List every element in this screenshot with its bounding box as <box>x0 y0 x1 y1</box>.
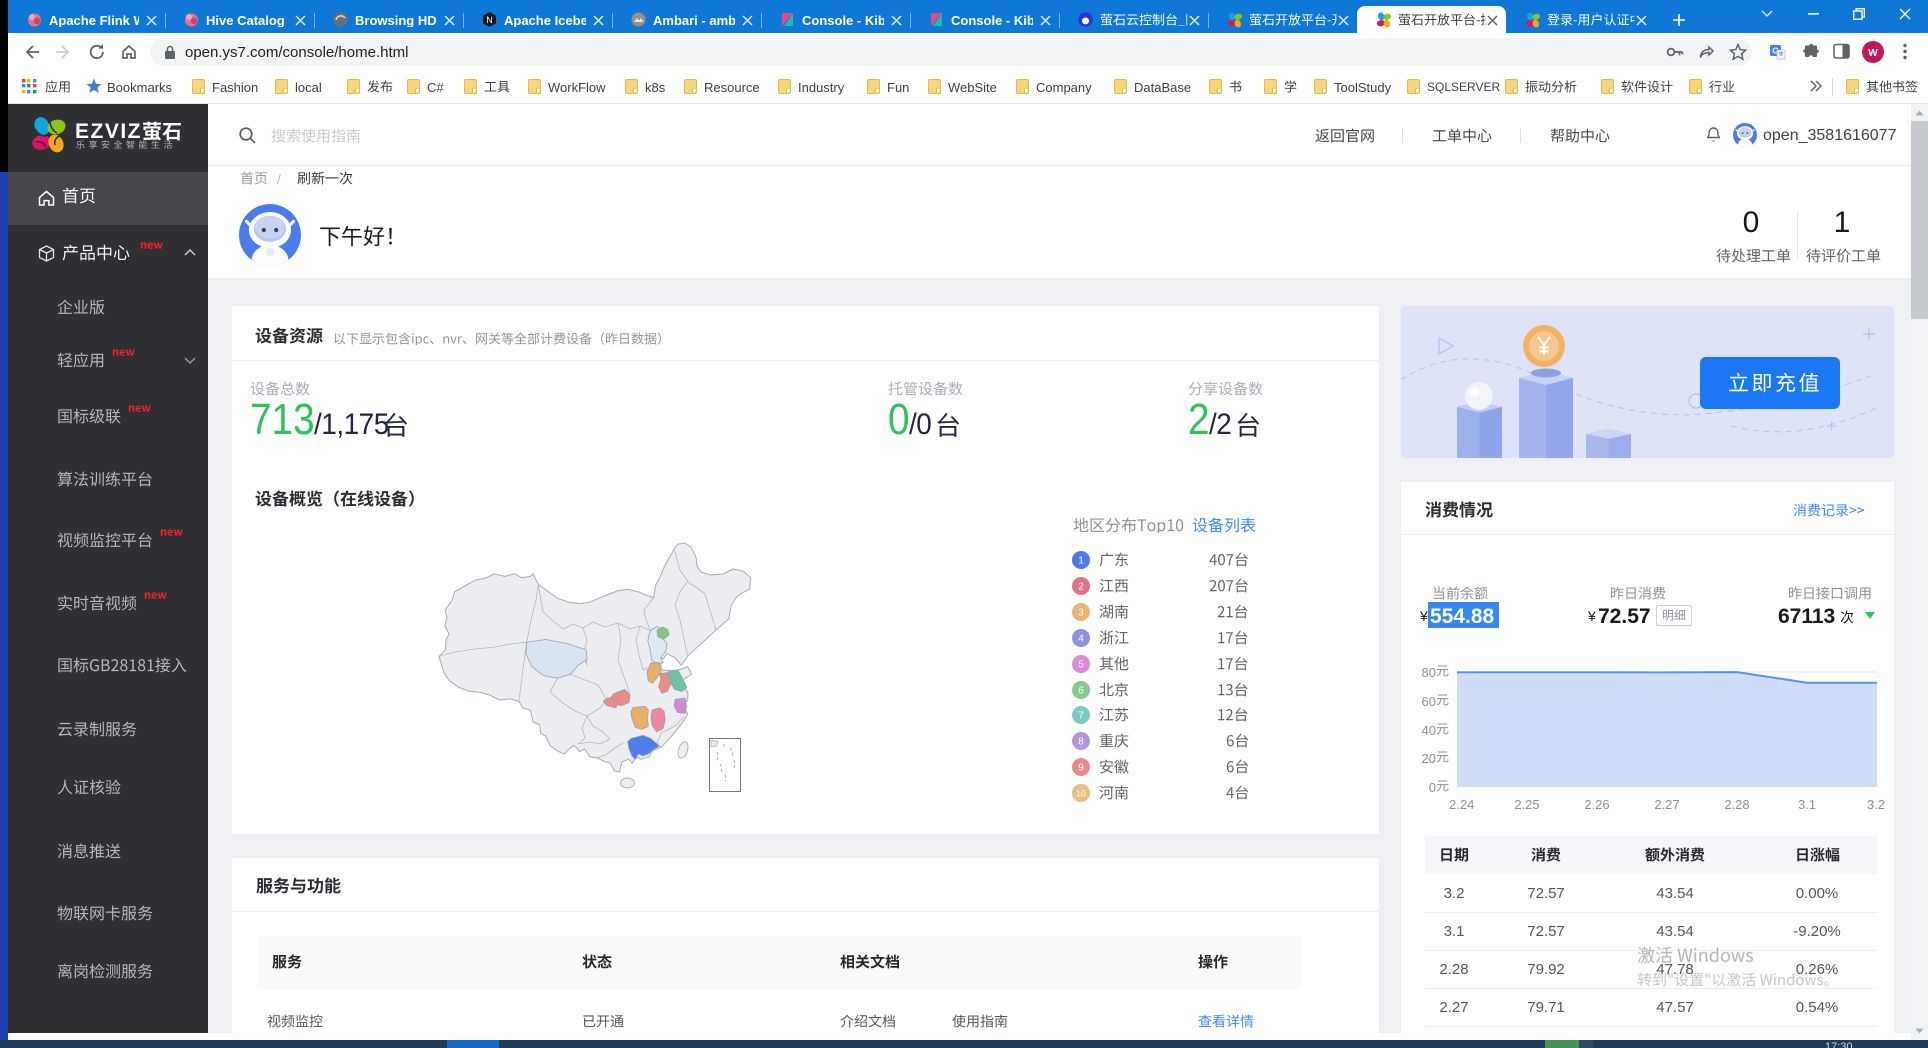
svg-text:3: 3 <box>1078 607 1084 618</box>
svg-text:1: 1 <box>1078 556 1084 567</box>
svg-text:4: 4 <box>1078 633 1084 644</box>
svg-text:2: 2 <box>1078 581 1084 592</box>
svg-text:9: 9 <box>1078 763 1084 774</box>
svg-text:8: 8 <box>1078 737 1084 748</box>
svg-text:7: 7 <box>1078 711 1084 722</box>
svg-text:W: W <box>1868 48 1878 59</box>
svg-text:5: 5 <box>1078 659 1084 670</box>
svg-text:N: N <box>486 15 493 25</box>
svg-text:6: 6 <box>1078 685 1084 696</box>
svg-text:10: 10 <box>1076 789 1086 799</box>
